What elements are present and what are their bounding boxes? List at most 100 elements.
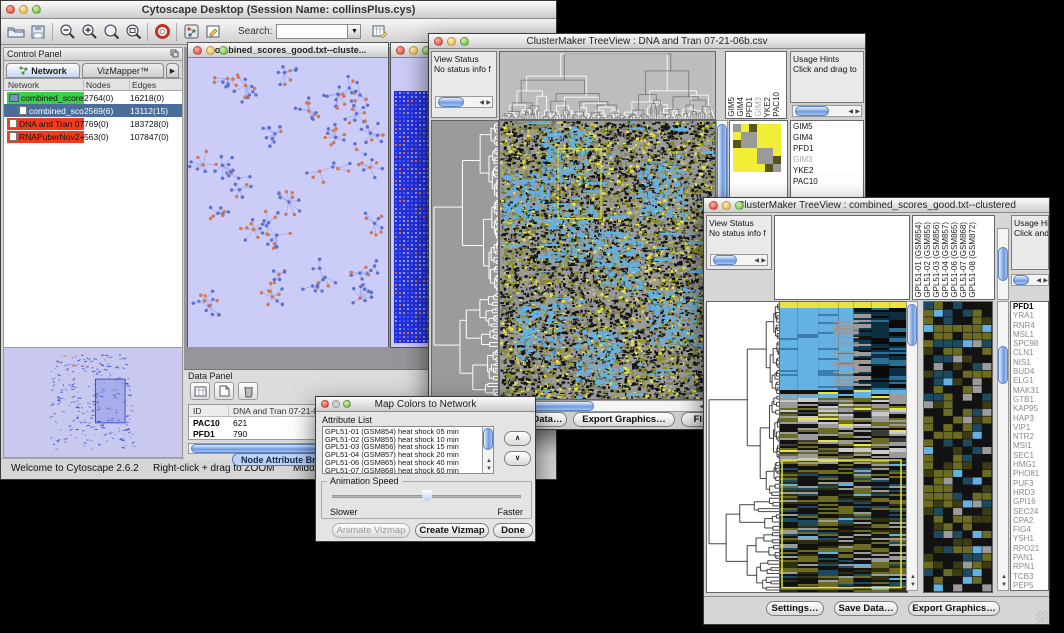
gene-name-label[interactable]: MON2 [1011, 590, 1048, 591]
close-button[interactable] [193, 46, 202, 55]
network-table-row[interactable]: RNAPuberNov2+ 563(0) 107847(0) [4, 130, 182, 143]
help-lifebuoy-icon[interactable] [151, 22, 173, 42]
gene-name-label[interactable]: SEC24 [1011, 507, 1048, 516]
save-button[interactable] [27, 22, 49, 42]
minimize-button[interactable] [447, 37, 456, 46]
status-hscrollbar[interactable]: ◀▶ [435, 96, 493, 108]
gene-name-label[interactable]: HAP3 [1011, 414, 1048, 423]
attribute-table-icon[interactable] [369, 22, 391, 42]
minimize-button[interactable] [409, 46, 418, 55]
gene-name-label[interactable]: KAP95 [1011, 404, 1048, 413]
save-data-button[interactable]: Save Data… [834, 601, 898, 616]
network-table-row[interactable]: DNA and Tran 07 769(0) 183728(0) [4, 117, 182, 130]
minimize-button[interactable] [206, 46, 215, 55]
minimize-button[interactable] [722, 201, 731, 210]
heatmap-vscrollbar[interactable]: ▲▼ [906, 301, 918, 591]
hints-hscrollbar[interactable]: ◀▶ [1011, 274, 1049, 286]
gene-name-label[interactable]: ELG1 [1011, 376, 1048, 385]
network-overview-canvas[interactable] [5, 350, 179, 454]
gene-name-label[interactable]: MAK31 [1011, 386, 1048, 395]
zoom-selected-icon[interactable] [100, 22, 122, 42]
zoom-out-icon[interactable] [56, 22, 78, 42]
dialog-titlebar[interactable]: Map Colors to Network [316, 397, 535, 412]
gene-name-label[interactable]: GTB1 [1011, 395, 1048, 404]
gene-name-label[interactable]: SEC1 [1011, 451, 1048, 460]
minimize-button[interactable] [332, 400, 340, 408]
gene-name-label[interactable]: MSL1 [1011, 330, 1048, 339]
zoom-button[interactable] [32, 5, 41, 14]
zoom-button[interactable] [460, 37, 469, 46]
scroll-thumb[interactable] [483, 428, 493, 450]
gene-name-label[interactable]: RPN1 [1011, 562, 1048, 571]
scroll-thumb[interactable] [998, 346, 1008, 384]
global-heatmap-canvas[interactable] [779, 301, 908, 593]
settings-button[interactable]: Settings… [766, 601, 824, 616]
animate-vizmap-button[interactable]: Animate Vizmap [332, 523, 410, 538]
selected-gene-label[interactable]: PAC10 [791, 176, 863, 187]
search-input[interactable] [276, 24, 348, 39]
attribute-select-icon[interactable] [190, 382, 210, 400]
annotation-icon[interactable] [202, 22, 224, 42]
gene-name-label[interactable]: PUF3 [1011, 479, 1048, 488]
gene-name-label[interactable]: PEP5 [1011, 581, 1048, 590]
tab-network[interactable]: Network [6, 63, 80, 78]
delete-attribute-trash-icon[interactable] [238, 382, 258, 400]
list-vscrollbar[interactable]: ▲▼ [482, 427, 493, 473]
done-button[interactable]: Done [493, 523, 533, 538]
treeview-bottom-titlebar[interactable]: ClusterMaker TreeView : combined_scores_… [704, 198, 1049, 213]
zoom-button[interactable] [219, 46, 228, 55]
selected-gene-label[interactable]: PFD1 [791, 143, 863, 154]
close-button[interactable] [6, 5, 15, 14]
close-button[interactable] [321, 400, 329, 408]
export-graphics-button[interactable]: Export Graphics… [908, 601, 1000, 616]
column-dendrogram-canvas[interactable] [499, 51, 716, 120]
selected-gene-label[interactable]: YKE2 [791, 165, 863, 176]
search-dropdown-arrow[interactable]: ▼ [348, 24, 361, 39]
scroll-thumb[interactable] [1013, 275, 1029, 285]
scroll-thumb[interactable] [998, 247, 1008, 281]
export-graphics-button[interactable]: Export Graphics… [573, 412, 675, 427]
row-dendrogram-canvas[interactable] [431, 120, 499, 400]
gene-name-label[interactable]: FIG4 [1011, 525, 1048, 534]
tab-overflow-arrow[interactable]: ▶ [166, 63, 179, 78]
close-button[interactable] [396, 46, 405, 55]
network-window-titlebar[interactable]: combined_scores_good.txt--cluste... [188, 43, 388, 58]
network-view-canvas[interactable] [188, 59, 388, 347]
gene-name-label[interactable]: RNR4 [1011, 321, 1048, 330]
gene-name-label[interactable]: CLN1 [1011, 348, 1048, 357]
zoom-button[interactable] [735, 201, 744, 210]
gene-name-label[interactable]: YSH1 [1011, 534, 1048, 543]
gene-name-label[interactable]: PAN1 [1011, 553, 1048, 562]
scroll-thumb[interactable] [438, 97, 464, 107]
new-attribute-icon[interactable] [214, 382, 234, 400]
network-table-row[interactable]: combined_sco 2569(6) 13112(15) [4, 104, 182, 117]
gene-name-label[interactable]: TCB3 [1011, 572, 1048, 581]
gene-name-label[interactable]: SPC98 [1011, 339, 1048, 348]
gene-name-label[interactable]: VIP1 [1011, 423, 1048, 432]
gene-name-label[interactable]: BUD4 [1011, 367, 1048, 376]
create-vizmap-button[interactable]: Create Vizmap [415, 523, 489, 538]
zoom-vscrollbar[interactable]: ▲▼ [997, 301, 1009, 591]
dense-network-grid-canvas[interactable] [394, 91, 430, 343]
open-file-button[interactable] [5, 22, 27, 42]
move-up-button[interactable]: ∧ [504, 431, 531, 446]
treeview-top-titlebar[interactable]: ClusterMaker TreeView : DNA and Tran 07-… [429, 34, 865, 49]
attribute-list-item[interactable]: GPL51-07 (GSM868) heat shock 60 min [323, 467, 493, 474]
close-button[interactable] [434, 37, 443, 46]
speed-slider-thumb[interactable] [422, 490, 432, 502]
gene-name-label[interactable]: CPA2 [1011, 516, 1048, 525]
gene-name-label[interactable]: RPO21 [1011, 544, 1048, 553]
scroll-thumb[interactable] [795, 106, 829, 116]
plugin-network-icon[interactable] [180, 22, 202, 42]
gene-name-label[interactable]: HMG1 [1011, 460, 1048, 469]
zoom-button[interactable] [343, 400, 351, 408]
zoom-fit-icon[interactable] [122, 22, 144, 42]
selected-gene-label[interactable]: GIM5 [791, 121, 863, 132]
close-button[interactable] [709, 201, 718, 210]
resize-grip[interactable] [1036, 611, 1048, 623]
gene-name-label[interactable]: NTR2 [1011, 432, 1048, 441]
scroll-thumb[interactable] [907, 304, 917, 346]
scroll-thumb[interactable] [713, 255, 737, 265]
gene-name-label[interactable]: HRD3 [1011, 488, 1048, 497]
move-down-button[interactable]: ∨ [504, 451, 531, 466]
